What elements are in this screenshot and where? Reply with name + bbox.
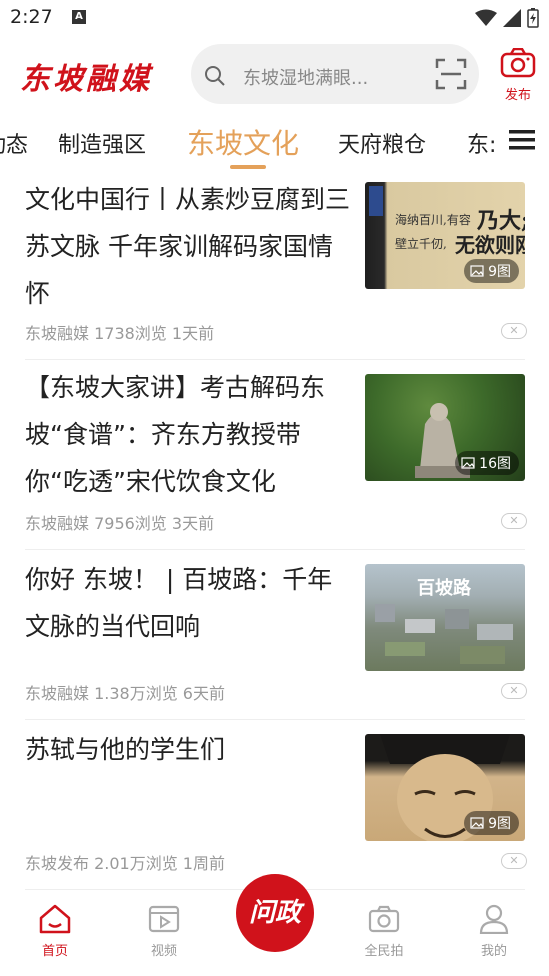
active-tab-indicator — [230, 165, 266, 169]
app-logo: 东坡融媒 — [20, 62, 152, 97]
publish-button[interactable]: 发布 — [498, 47, 538, 103]
tab-more-partial[interactable]: 东: — [467, 127, 496, 159]
image-count-badge: 16图 — [455, 451, 519, 475]
svg-text:壁立千仞,: 壁立千仞, — [395, 236, 447, 251]
tab-dongpo-culture[interactable]: 东坡文化 — [187, 122, 299, 162]
article-meta: 东坡融媒 1.38万浏览 6天前 — [25, 684, 225, 703]
status-time: 2:27 — [10, 6, 53, 28]
article-title: 你好 东坡！ | 百坡路：千年文脉的当代回响 — [25, 565, 333, 641]
search-bar[interactable]: 东坡湿地满眼... — [191, 44, 479, 104]
nav-video-label: 视频 — [150, 944, 177, 959]
video-icon — [148, 905, 180, 933]
bottom-navigation: 首页 视频 问政 全民拍 我的 — [0, 874, 549, 976]
nav-video[interactable]: 视频 — [129, 904, 199, 959]
nav-citizen-label: 全民拍 — [364, 944, 404, 959]
image-count: 9图 — [488, 816, 511, 832]
nav-mine[interactable]: 我的 — [459, 904, 529, 959]
article-thumbnail: 百坡路 — [365, 564, 525, 671]
article-thumbnail: 16图 — [365, 374, 525, 481]
user-icon — [479, 904, 509, 935]
nav-home[interactable]: 首页 — [20, 904, 90, 959]
category-tabs: 动态 制造强区 东坡文化 天府粮仓 东: — [0, 115, 549, 170]
home-icon — [39, 904, 71, 934]
notification-icon: A — [72, 10, 86, 24]
image-count: 16图 — [479, 456, 511, 472]
image-count-badge: 9图 — [464, 259, 519, 283]
image-count: 9图 — [488, 264, 511, 280]
svg-text:乃大;: 乃大; — [476, 208, 525, 234]
svg-text:百坡路: 百坡路 — [417, 577, 472, 599]
nav-citizen-photo[interactable]: 全民拍 — [349, 904, 419, 959]
article-meta: 东坡融媒 7956浏览 3天前 — [25, 514, 215, 533]
tab-granary[interactable]: 天府粮仓 — [338, 127, 426, 159]
nav-wenzheng-button[interactable]: 问政 — [236, 874, 314, 952]
article-title: 【东坡大家讲】考古解码东坡“食谱”：齐东方教授带你“吃透”宋代饮食文化 — [25, 373, 326, 496]
article-title: 苏轼与他的学生们 — [25, 735, 226, 764]
svg-text:海纳百川,有容: 海纳百川,有容 — [395, 212, 471, 227]
article-thumbnail: 9图 — [365, 734, 525, 841]
app-header: 东坡融媒 东坡湿地满眼... 发布 — [0, 40, 549, 110]
svg-text:无欲则刚。: 无欲则刚。 — [455, 233, 525, 257]
channel-menu-button[interactable] — [501, 128, 535, 156]
article-meta: 东坡融媒 1738浏览 1天前 — [25, 324, 215, 343]
image-icon — [470, 265, 484, 277]
dismiss-button[interactable]: ✕ — [501, 853, 527, 869]
list-item[interactable]: 【东坡大家讲】考古解码东坡“食谱”：齐东方教授带你“吃透”宋代饮食文化 东坡融媒… — [25, 360, 527, 550]
scan-icon[interactable] — [435, 58, 467, 90]
image-count-badge: 9图 — [464, 811, 519, 835]
image-icon — [470, 817, 484, 829]
status-icons — [475, 8, 539, 28]
article-title: 文化中国行丨从素炒豆腐到三苏文脉 千年家训解码家国情怀 — [25, 185, 351, 308]
nav-home-label: 首页 — [41, 944, 68, 959]
search-icon — [205, 66, 225, 86]
dismiss-button[interactable]: ✕ — [501, 323, 527, 339]
menu-icon — [509, 130, 535, 150]
list-item[interactable]: 文化中国行丨从素炒豆腐到三苏文脉 千年家训解码家国情怀 东坡融媒 1738浏览 … — [25, 172, 527, 360]
aerial-city-image: 百坡路 — [375, 577, 513, 664]
tab-dongtai[interactable]: 动态 — [0, 127, 28, 159]
wifi-icon — [475, 9, 497, 26]
publish-label: 发布 — [504, 88, 531, 103]
camera-icon — [500, 47, 536, 78]
article-meta: 东坡发布 2.01万浏览 1周前 — [25, 854, 225, 873]
camera-icon — [368, 905, 400, 933]
status-bar: 2:27 A — [0, 0, 549, 36]
dismiss-button[interactable]: ✕ — [501, 513, 527, 529]
signal-icon — [503, 9, 521, 27]
list-item[interactable]: 苏轼与他的学生们 东坡发布 2.01万浏览 1周前 ✕ 9图 — [25, 720, 527, 890]
nav-mine-label: 我的 — [480, 944, 507, 959]
search-placeholder: 东坡湿地满眼... — [243, 68, 369, 89]
dismiss-button[interactable]: ✕ — [501, 683, 527, 699]
image-icon — [461, 457, 475, 469]
tab-manufacturing[interactable]: 制造强区 — [58, 127, 146, 159]
article-thumbnail: 海纳百川,有容 乃大; 壁立千仞, 无欲则刚。 9图 — [365, 182, 525, 289]
list-item[interactable]: 你好 东坡！ | 百坡路：千年文脉的当代回响 东坡融媒 1.38万浏览 6天前 … — [25, 550, 527, 720]
battery-icon — [527, 8, 539, 28]
